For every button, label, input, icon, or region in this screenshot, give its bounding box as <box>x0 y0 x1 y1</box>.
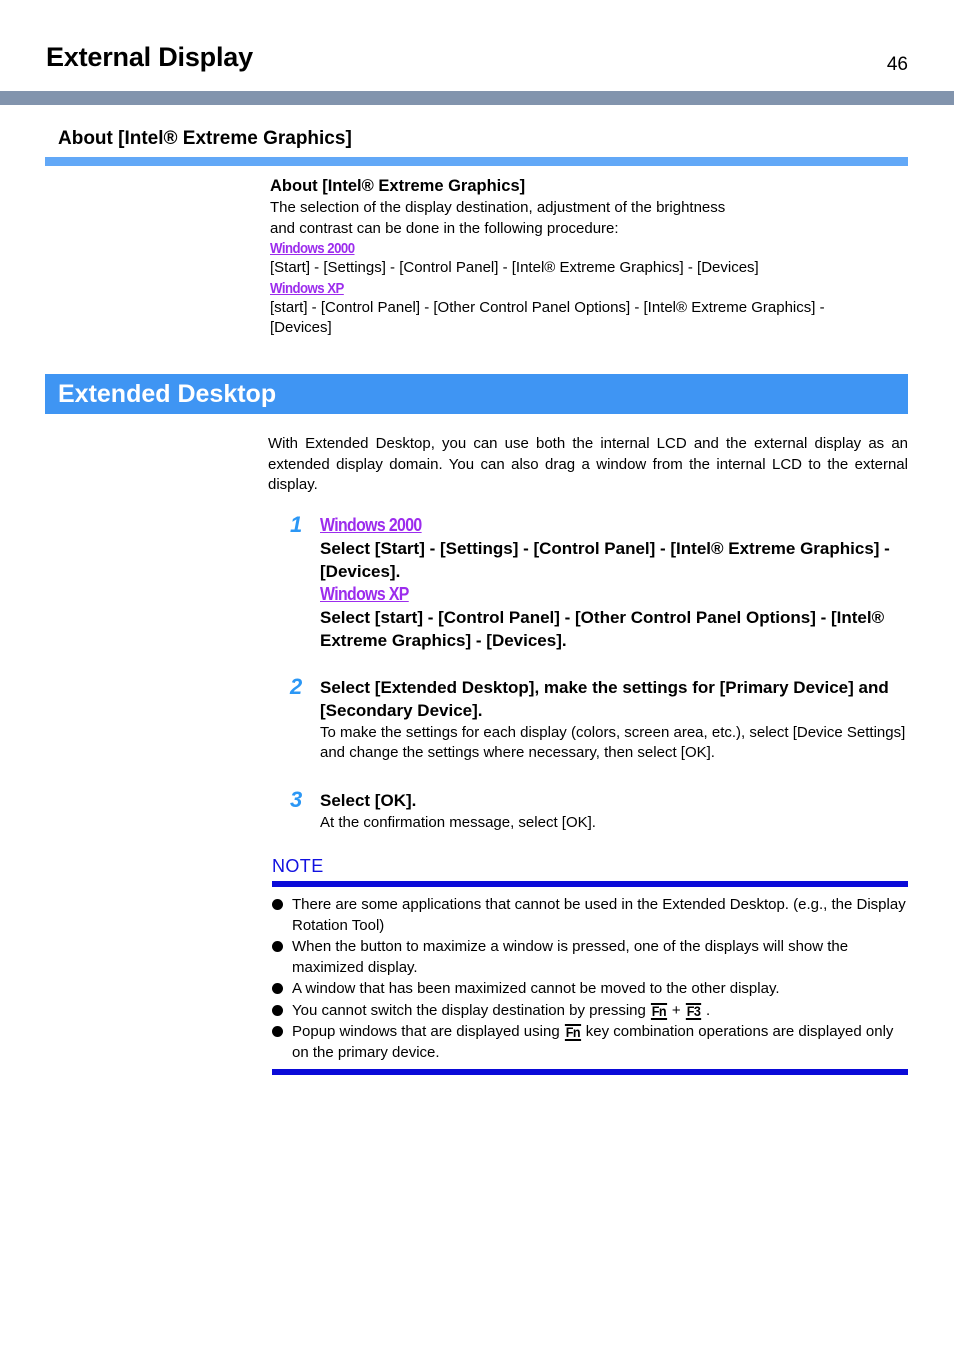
note-item-2: When the button to maximize a window is … <box>272 937 908 978</box>
os-tag-windows-2000: Windows 2000 <box>270 240 355 257</box>
step-2: 2 Select [Extended Desktop], make the se… <box>290 674 910 763</box>
bullet-icon <box>272 1004 283 1016</box>
note-item-4-separator: + <box>667 1001 685 1019</box>
step-3-description: At the confirmation message, select [OK]… <box>320 814 596 831</box>
about-windows-2000-path: [Start] - [Settings] - [Control Panel] -… <box>270 259 759 276</box>
step-1-number: 1 <box>290 512 303 537</box>
step-1-title-windows-2000: Select [Start] - [Settings] - [Control P… <box>320 539 890 581</box>
step-1-os-tag-windows-xp: Windows XP <box>320 584 409 604</box>
note-rule-bottom <box>272 1069 908 1075</box>
note-item-3-text: A window that has been maximized cannot … <box>292 980 780 997</box>
about-intel-graphics-block: About [Intel® Extreme Graphics] The sele… <box>270 176 910 339</box>
fn-key-icon: Fn <box>650 1002 667 1020</box>
note-list: There are some applications that cannot … <box>272 895 908 1063</box>
about-windows-xp-path-line-1: [start] - [Control Panel] - [Other Contr… <box>270 298 825 316</box>
step-3-number: 3 <box>290 787 303 812</box>
about-line-2: and contrast can be done in the followin… <box>270 219 619 237</box>
procedure-steps: 1 Windows 2000 Select [Start] - [Setting… <box>290 512 910 855</box>
step-2-description: To make the settings for each display (c… <box>320 724 906 761</box>
note-item-1: There are some applications that cannot … <box>272 895 908 936</box>
bullet-icon <box>272 899 283 910</box>
step-3: 3 Select [OK]. At the confirmation messa… <box>290 787 910 833</box>
header-divider-rule <box>0 91 954 105</box>
extended-desktop-banner-title: Extended Desktop <box>58 380 277 408</box>
note-label: NOTE <box>272 856 324 876</box>
about-os-tag-windows-xp-wrap: Windows XP <box>270 279 910 298</box>
page-title: External Display <box>46 42 253 72</box>
step-1-os-tag-windows-2000: Windows 2000 <box>320 515 422 535</box>
page-header: External Display 46 <box>0 42 954 92</box>
bullet-icon <box>272 941 283 952</box>
note-item-2-text: When the button to maximize a window is … <box>292 938 849 976</box>
step-2-number: 2 <box>290 674 303 699</box>
bullet-icon <box>272 983 283 994</box>
step-2-title: Select [Extended Desktop], make the sett… <box>320 678 889 720</box>
extended-desktop-banner: Extended Desktop <box>45 374 908 414</box>
note-item-4-text-after: . <box>701 1001 711 1019</box>
about-line-1: The selection of the display destination… <box>270 199 726 216</box>
section-heading-text: About [Intel® Extreme Graphics] <box>58 128 352 149</box>
note-item-4: You cannot switch the display destinatio… <box>272 1001 908 1022</box>
step-1: 1 Windows 2000 Select [Start] - [Setting… <box>290 512 910 652</box>
bullet-icon <box>272 1026 283 1037</box>
note-rule-top <box>272 881 908 887</box>
note-item-4-text-before: You cannot switch the display destinatio… <box>292 1001 651 1019</box>
f3-key-icon: F3 <box>685 1002 701 1020</box>
note-item-3: A window that has been maximized cannot … <box>272 979 908 1000</box>
step-3-title: Select [OK]. <box>320 791 417 810</box>
note-item-5-text-before: Popup windows that are displayed using <box>292 1023 564 1040</box>
page-number: 46 <box>886 54 908 75</box>
note-item-1-text: There are some applications that cannot … <box>292 896 906 934</box>
step-1-os-tag-windows-2000-wrap: Windows 2000 <box>320 514 910 537</box>
section-underline-rule <box>45 157 908 166</box>
note-item-5: Popup windows that are displayed using F… <box>272 1022 908 1063</box>
about-windows-xp-path-line-2: [Devices] <box>270 319 332 336</box>
fn-key-icon: Fn <box>564 1024 581 1041</box>
note-box: NOTE There are some applications that ca… <box>272 855 908 1075</box>
step-1-title-windows-xp: Select [start] - [Control Panel] - [Othe… <box>320 608 885 650</box>
os-tag-windows-xp: Windows XP <box>270 279 344 297</box>
step-1-os-tag-windows-xp-wrap: Windows XP <box>320 583 910 606</box>
about-os-tag-windows-2000-wrap: Windows 2000 <box>270 239 910 258</box>
about-sub-heading: About [Intel® Extreme Graphics] <box>270 177 526 195</box>
extended-desktop-intro-paragraph: With Extended Desktop, you can use both … <box>268 435 908 493</box>
